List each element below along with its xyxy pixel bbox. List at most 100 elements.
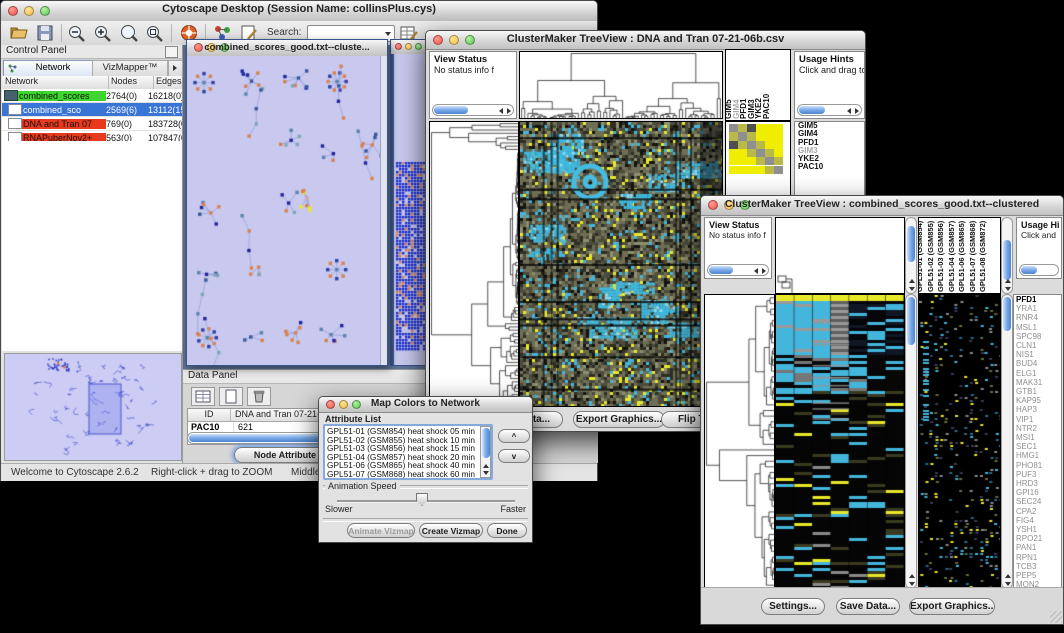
view-status-scrollbar[interactable] xyxy=(432,104,514,116)
usage-hints-scrollbar[interactable] xyxy=(1019,264,1059,276)
gene-label[interactable]: SEC1 xyxy=(1014,442,1061,451)
scrollbar-thumb[interactable] xyxy=(907,297,915,345)
gene-label[interactable]: PEP5 xyxy=(1014,571,1061,580)
matrix-cell[interactable] xyxy=(756,141,765,149)
scroll-up-icon[interactable] xyxy=(1005,574,1011,578)
heatmap-pane[interactable] xyxy=(775,294,905,589)
scroll-right-icon[interactable] xyxy=(507,108,511,114)
matrix-cell[interactable] xyxy=(756,132,765,140)
gene-label[interactable]: MSL1 xyxy=(1014,323,1061,332)
scroll-left-icon[interactable] xyxy=(754,268,758,274)
float-panel-icon[interactable] xyxy=(165,46,178,58)
scroll-down-icon[interactable] xyxy=(909,287,915,291)
column-label[interactable]: GPL51-06 (GSM865) xyxy=(957,221,967,292)
column-dendrogram-pane[interactable] xyxy=(519,51,723,119)
gene-label[interactable]: MAK31 xyxy=(1014,378,1061,387)
matrix-cell[interactable] xyxy=(729,132,738,140)
matrix-cell[interactable] xyxy=(747,124,756,132)
matrix-cell[interactable] xyxy=(747,166,756,174)
column-dendrogram-pane[interactable] xyxy=(775,217,905,294)
attribute-list[interactable]: GPL51-01 (GSM854) heat shock 05 minGPL51… xyxy=(323,424,493,480)
gene-label[interactable]: PAN1 xyxy=(1014,543,1061,552)
button-export-graphics-[interactable]: Export Graphics... xyxy=(909,598,995,615)
gene-label[interactable]: YSH1 xyxy=(1014,525,1061,534)
dialog-titlebar[interactable]: Map Colors to Network xyxy=(319,397,532,413)
column-label[interactable]: PFD1 xyxy=(740,99,747,119)
column-tree-vscrollbar[interactable] xyxy=(905,217,917,294)
column-labels-pane[interactable]: GIM5GIM4PFD1GIM3YKE2PAC10 xyxy=(725,49,791,121)
matrix-cell[interactable] xyxy=(738,157,747,165)
scroll-right-icon[interactable] xyxy=(762,268,766,274)
slider-thumb[interactable] xyxy=(416,493,428,506)
gene-label[interactable]: NIS1 xyxy=(1014,350,1061,359)
column-label[interactable]: GPL51-03 (GSM856) xyxy=(936,221,946,292)
scroll-right-icon[interactable] xyxy=(855,108,859,114)
gene-label[interactable]: BUD4 xyxy=(1014,359,1061,368)
matrix-cell[interactable] xyxy=(747,157,756,165)
matrix-cell[interactable] xyxy=(729,166,738,174)
scrollbar-thumb[interactable] xyxy=(1003,297,1011,331)
zoom-in-icon[interactable] xyxy=(93,24,113,42)
matrix-cell[interactable] xyxy=(729,141,738,149)
usage-hints-scrollbar[interactable] xyxy=(797,104,862,116)
button-settings-[interactable]: Settings... xyxy=(761,598,825,615)
create-vizmap-button[interactable]: Create Vizmap xyxy=(419,523,483,538)
column-label[interactable]: GPL51-01 (GSM854) xyxy=(918,221,925,292)
data-col-id[interactable]: ID xyxy=(188,409,231,421)
search-dropdown-icon[interactable] xyxy=(385,32,391,36)
zoom-window-icon[interactable] xyxy=(415,43,422,50)
scrollbar-thumb[interactable] xyxy=(709,266,733,274)
move-down-button[interactable]: v xyxy=(498,449,530,463)
gene-label[interactable]: FIG4 xyxy=(1014,516,1061,525)
array-labels-vscrollbar[interactable] xyxy=(1001,217,1013,294)
matrix-cell[interactable] xyxy=(765,157,774,165)
matrix-cell[interactable] xyxy=(765,124,774,132)
minimize-icon[interactable] xyxy=(405,43,412,50)
matrix-cell[interactable] xyxy=(756,124,765,132)
gene-label[interactable]: RPO21 xyxy=(1014,534,1061,543)
gene-label[interactable]: PUF3 xyxy=(1014,470,1061,479)
column-dendrogram-canvas[interactable] xyxy=(776,218,904,293)
matrix-cell[interactable] xyxy=(765,166,774,174)
column-label[interactable]: GIM5 xyxy=(725,99,732,119)
scroll-up-icon[interactable] xyxy=(483,464,489,468)
matrix-cell[interactable] xyxy=(765,141,774,149)
gene-label[interactable]: VIP1 xyxy=(1014,415,1061,424)
matrix-cell[interactable] xyxy=(729,157,738,165)
detail-matrix[interactable] xyxy=(729,124,783,174)
network-canvas-2[interactable] xyxy=(391,54,428,365)
col-header-nodes[interactable]: Nodes xyxy=(109,76,154,89)
array-labels-pane[interactable]: GPL51-01 (GSM854)GPL51-02 (GSM855)GPL51-… xyxy=(918,217,1001,294)
gene-label[interactable]: YRA1 xyxy=(1014,304,1061,313)
row-dendrogram-canvas[interactable] xyxy=(705,295,774,588)
gene-label[interactable]: NTR2 xyxy=(1014,424,1061,433)
birdseye-canvas[interactable] xyxy=(5,354,179,458)
gene-label[interactable]: GTB1 xyxy=(1014,387,1061,396)
zoom-out-icon[interactable] xyxy=(67,24,87,42)
select-attributes-icon[interactable] xyxy=(191,387,215,406)
table-row[interactable]: combined_scores2764(0)16218(0) xyxy=(2,89,182,103)
row-dendrogram-pane[interactable] xyxy=(429,121,519,407)
heatmap-vscrollbar[interactable] xyxy=(905,294,917,589)
gene-label[interactable]: CPA2 xyxy=(1014,507,1061,516)
zoom-selected-icon[interactable] xyxy=(145,24,165,42)
row-dendrogram-canvas[interactable] xyxy=(430,122,518,406)
gene-label[interactable]: RPN1 xyxy=(1014,553,1061,562)
matrix-cell[interactable] xyxy=(756,149,765,157)
new-attribute-icon[interactable] xyxy=(219,387,243,406)
matrix-cell[interactable] xyxy=(774,141,783,149)
matrix-cell[interactable] xyxy=(747,141,756,149)
button-save-data-[interactable]: Save Data... xyxy=(836,598,900,615)
view-status-scrollbar[interactable] xyxy=(707,264,769,276)
network-canvas[interactable] xyxy=(187,56,381,365)
gene-label[interactable]: MSI1 xyxy=(1014,433,1061,442)
scroll-down-icon[interactable] xyxy=(1005,287,1011,291)
network-vertical-scrollbar[interactable] xyxy=(380,56,387,365)
gene-label[interactable]: PAC10 xyxy=(795,163,864,171)
scrollbar-thumb[interactable] xyxy=(907,226,915,262)
matrix-cell[interactable] xyxy=(756,157,765,165)
heatmap-pane[interactable] xyxy=(519,121,723,407)
save-icon[interactable] xyxy=(35,24,55,42)
tab-network[interactable]: Network xyxy=(3,60,93,77)
gene-label[interactable]: GPI16 xyxy=(1014,488,1061,497)
